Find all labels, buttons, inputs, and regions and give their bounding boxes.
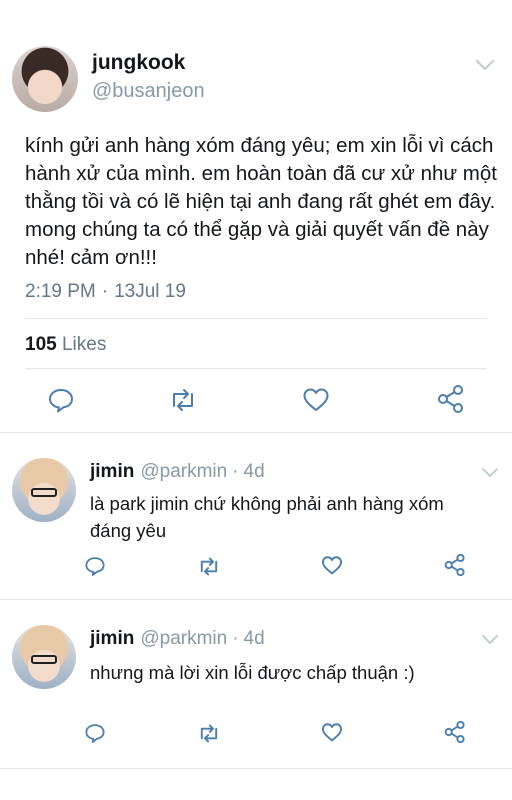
likes-label: Likes bbox=[61, 334, 107, 355]
author-handle[interactable]: @busanjeon bbox=[92, 80, 205, 103]
likes-count[interactable]: 105 Likes bbox=[25, 334, 106, 356]
heart-icon[interactable] bbox=[302, 387, 330, 413]
tweet-actions bbox=[0, 383, 512, 417]
avatar[interactable] bbox=[12, 625, 76, 689]
reply-actions bbox=[0, 720, 512, 754]
chevron-down-icon[interactable] bbox=[481, 467, 499, 479]
tweet-time: 2:19 PM bbox=[25, 281, 96, 302]
reply-header: jimin @parkmin · 4d bbox=[90, 461, 265, 483]
main-tweet: jungkook @busanjeon kính gửi anh hàng xó… bbox=[0, 0, 512, 432]
author-handle[interactable]: @parkmin bbox=[140, 461, 227, 482]
author-name[interactable]: jimin bbox=[90, 461, 134, 482]
share-icon[interactable] bbox=[437, 384, 465, 414]
separator: · bbox=[232, 628, 239, 649]
author-name[interactable]: jimin bbox=[90, 628, 134, 649]
reply-time: 4d bbox=[243, 628, 265, 649]
tweet-date: 13Jul 19 bbox=[114, 281, 186, 302]
separator: · bbox=[101, 281, 109, 302]
author-name[interactable]: jungkook bbox=[92, 51, 185, 75]
reply-icon[interactable] bbox=[47, 386, 75, 414]
heart-icon[interactable] bbox=[321, 555, 343, 576]
reply-text: là park jimin chứ không phải anh hàng xó… bbox=[90, 493, 444, 541]
reply-header: jimin @parkmin · 4d bbox=[90, 628, 265, 650]
author-handle[interactable]: @parkmin bbox=[140, 628, 227, 649]
reply-actions bbox=[0, 553, 512, 587]
divider bbox=[0, 768, 512, 769]
retweet-icon[interactable] bbox=[197, 723, 221, 744]
tweet-timestamp: 2:19 PM · 13Jul 19 bbox=[25, 281, 186, 303]
retweet-icon[interactable] bbox=[168, 387, 198, 413]
heart-icon[interactable] bbox=[321, 722, 343, 743]
reply-time: 4d bbox=[243, 461, 265, 482]
divider bbox=[25, 368, 487, 369]
share-icon[interactable] bbox=[444, 553, 466, 577]
tweet-text: kính gửi anh hàng xóm đáng yêu; em xin l… bbox=[25, 134, 497, 269]
separator: · bbox=[232, 461, 239, 482]
chevron-down-icon[interactable] bbox=[474, 58, 496, 72]
reply-tweet: jimin @parkmin · 4d là park jimin chứ không… bbox=[0, 433, 512, 599]
reply-tweet: jimin @parkmin · 4d nhưng mà lời xin lỗi đư… bbox=[0, 600, 512, 770]
divider bbox=[25, 318, 487, 319]
likes-number: 105 bbox=[25, 334, 57, 355]
avatar[interactable] bbox=[12, 46, 78, 112]
reply-icon[interactable] bbox=[84, 722, 106, 744]
reply-icon[interactable] bbox=[84, 555, 106, 577]
reply-text: nhưng mà lời xin lỗi được chấp thuận :) bbox=[90, 662, 415, 683]
chevron-down-icon[interactable] bbox=[481, 634, 499, 646]
retweet-icon[interactable] bbox=[197, 556, 221, 577]
avatar[interactable] bbox=[12, 458, 76, 522]
share-icon[interactable] bbox=[444, 720, 466, 744]
